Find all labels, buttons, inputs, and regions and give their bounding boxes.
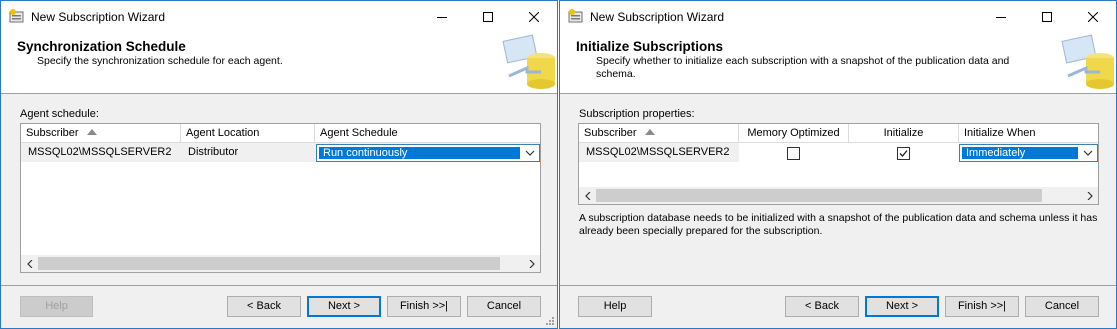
minimize-button[interactable] [978,1,1024,32]
minimize-button[interactable] [419,1,465,32]
back-button[interactable]: < Back [227,296,301,317]
sort-ascending-icon [644,129,655,135]
wizard-app-icon [9,9,24,23]
maximize-icon [483,11,493,22]
database-banner-icon [502,34,555,89]
column-header-agent-schedule[interactable]: Agent Schedule [315,124,540,143]
initialization-info-text: A subscription database needs to be init… [579,212,1098,237]
column-header-subscriber[interactable]: Subscriber [21,124,181,143]
agent-schedule-grid[interactable]: Subscriber Agent Location Agent Schedule… [20,123,541,273]
page-header: Synchronization Schedule Specify the syn… [1,32,557,94]
agent-schedule-label: Agent schedule: [20,108,99,120]
chevron-down-icon[interactable] [1079,145,1097,161]
window-title: New Subscription Wizard [590,10,725,24]
scroll-left-icon[interactable] [579,187,596,204]
subscription-properties-label: Subscription properties: [579,108,695,120]
close-button[interactable] [1070,1,1116,32]
column-header-agent-location[interactable]: Agent Location [181,124,315,143]
initialize-when-dropdown[interactable]: Immediately [959,144,1098,162]
page-title: Initialize Subscriptions [576,39,724,54]
initialize-when-value: Immediately [962,147,1078,159]
close-button[interactable] [511,1,557,32]
page-header: Initialize Subscriptions Specify whether… [560,32,1116,94]
help-button[interactable]: Help [578,296,652,317]
horizontal-scrollbar[interactable] [579,187,1098,204]
scrollbar-thumb[interactable] [38,257,500,270]
subscription-properties-grid[interactable]: Subscriber Memory Optimized Initialize I… [578,123,1099,205]
close-icon [1088,11,1098,22]
column-header-memory-optimized[interactable]: Memory Optimized [739,124,849,143]
help-button[interactable]: Help [20,296,93,317]
column-header-label: Subscriber [26,127,79,139]
initialize-cell [849,143,959,162]
grid-header: Subscriber Memory Optimized Initialize I… [579,124,1098,143]
agent-location-cell: Distributor [188,146,239,158]
maximize-button[interactable] [465,1,511,32]
memory-optimized-cell [739,143,849,162]
column-header-initialize[interactable]: Initialize [849,124,959,143]
finish-button[interactable]: Finish >>| [945,296,1019,317]
column-header-label: Subscriber [584,127,637,139]
finish-button[interactable]: Finish >>| [387,296,461,317]
scroll-right-icon[interactable] [1081,187,1098,204]
maximize-button[interactable] [1024,1,1070,32]
cancel-button[interactable]: Cancel [1025,296,1099,317]
window-title: New Subscription Wizard [31,10,166,24]
close-icon [529,11,539,22]
grid-header: Subscriber Agent Location Agent Schedule [21,124,540,143]
page-description: Specify the synchronization schedule for… [37,55,283,67]
cancel-button[interactable]: Cancel [467,296,541,317]
page-description: Specify whether to initialize each subsc… [596,55,1010,80]
sort-ascending-icon [86,129,97,135]
subscriber-cell: MSSQL02\MSSQLSERVER2 [586,146,730,158]
minimize-icon [437,16,447,18]
table-row[interactable]: MSSQL02\MSSQLSERVER2 Distributor Run con… [21,143,540,162]
synchronization-schedule-window: New Subscription Wizard Synchronization … [0,0,558,329]
footer-divider [1,285,557,286]
initialize-subscriptions-window: New Subscription Wizard Initialize Subsc… [559,0,1117,329]
subscriber-cell: MSSQL02\MSSQLSERVER2 [28,146,172,158]
next-button[interactable]: Next > [865,296,939,317]
column-header-initialize-when[interactable]: Initialize When [959,124,1098,143]
scrollbar-thumb[interactable] [596,189,1042,202]
horizontal-scrollbar[interactable] [21,255,540,272]
resize-grip-icon[interactable] [545,316,555,326]
column-header-subscriber[interactable]: Subscriber [579,124,739,143]
wizard-app-icon [568,9,583,23]
back-button[interactable]: < Back [785,296,859,317]
title-bar[interactable]: New Subscription Wizard [1,1,557,32]
initialize-checkbox[interactable] [897,147,910,160]
scroll-left-icon[interactable] [21,255,38,272]
agent-schedule-value: Run continuously [319,147,520,159]
database-banner-icon [1061,34,1114,89]
scroll-right-icon[interactable] [523,255,540,272]
minimize-icon [996,16,1006,18]
footer-divider [560,285,1116,286]
next-button[interactable]: Next > [307,296,381,317]
agent-schedule-dropdown[interactable]: Run continuously [316,144,540,162]
table-row[interactable]: MSSQL02\MSSQLSERVER2 Immediately [579,143,1098,162]
maximize-icon [1042,11,1052,22]
memory-optimized-checkbox[interactable] [787,147,800,160]
checkmark-icon [899,150,908,157]
page-title: Synchronization Schedule [17,39,186,54]
chevron-down-icon[interactable] [521,145,539,161]
title-bar[interactable]: New Subscription Wizard [560,1,1116,32]
